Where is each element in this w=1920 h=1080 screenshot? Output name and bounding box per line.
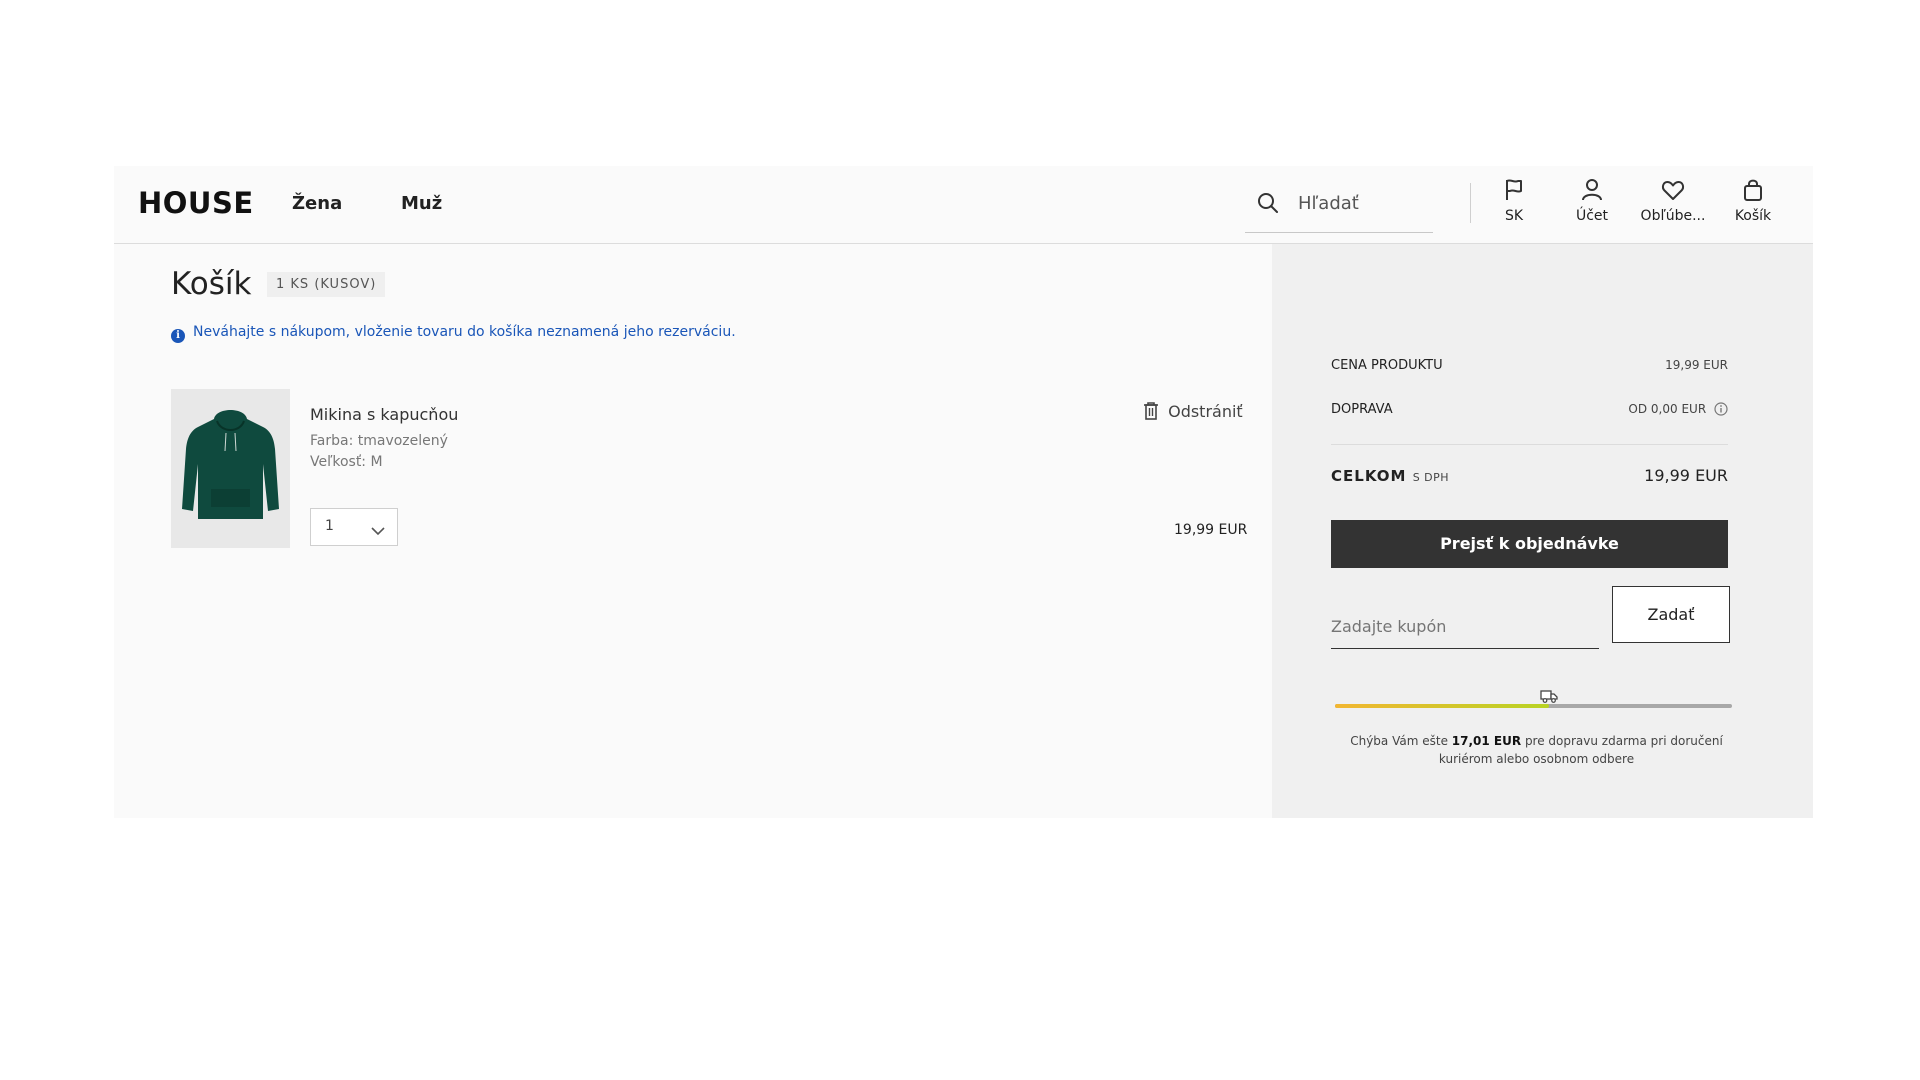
free-shipping-message: Chýba Vám ešte 17,01 EUR pre dopravu zda… xyxy=(1331,732,1742,768)
product-name[interactable]: Mikina s kapucňou xyxy=(310,405,458,424)
account-button[interactable]: Účet xyxy=(1552,178,1632,224)
site-header: HOUSE Žena Muž Hľadať SK Účet Obľúbe... … xyxy=(114,166,1813,244)
product-price-value: 19,99 EUR xyxy=(1665,358,1728,372)
nav-zena[interactable]: Žena xyxy=(292,193,342,214)
search-icon xyxy=(1257,192,1279,218)
account-label: Účet xyxy=(1575,208,1609,224)
country-selector[interactable]: SK xyxy=(1474,178,1554,224)
nav-muz[interactable]: Muž xyxy=(401,193,442,214)
free-shipping-progress xyxy=(1335,704,1732,708)
bag-icon xyxy=(1713,178,1793,202)
flag-icon xyxy=(1474,178,1554,202)
free-shipping-progress-fill xyxy=(1335,704,1550,708)
heart-icon xyxy=(1633,178,1713,202)
shipping-label: DOPRAVA xyxy=(1331,402,1393,417)
favorites-label: Obľúbe... xyxy=(1640,208,1706,224)
quantity-select[interactable]: 1 xyxy=(310,508,398,546)
reservation-info: i Neváhajte s nákupom, vloženie tovaru do… xyxy=(171,324,736,343)
country-label: SK xyxy=(1504,208,1524,224)
product-price-label: CENA PRODUKTU xyxy=(1331,358,1443,373)
product-size: Veľkosť: M xyxy=(310,454,383,470)
free-shipping-amount: 17,01 EUR xyxy=(1451,734,1522,748)
order-summary: CENA PRODUKTU 19,99 EUR DOPRAVA OD 0,00 … xyxy=(1272,244,1813,818)
search-input[interactable]: Hľadať xyxy=(1298,193,1359,214)
chevron-down-icon xyxy=(371,521,385,540)
total-value: 19,99 EUR xyxy=(1644,466,1728,485)
header-divider xyxy=(1470,183,1471,223)
logo[interactable]: HOUSE xyxy=(138,186,254,220)
trash-icon xyxy=(1143,402,1168,421)
page-title: Košík xyxy=(171,266,252,302)
user-icon xyxy=(1552,178,1632,202)
quantity-value: 1 xyxy=(325,518,334,534)
coupon-input[interactable] xyxy=(1331,604,1599,649)
total-label-wrap: CELKOM S DPH xyxy=(1331,467,1449,485)
item-count-badge: 1 KS (KUSOV) xyxy=(267,272,386,297)
hoodie-icon xyxy=(171,389,290,548)
favorites-button[interactable]: Obľúbe... xyxy=(1633,178,1713,224)
remove-label: Odstrániť xyxy=(1168,402,1243,421)
apply-coupon-button[interactable]: Zadať xyxy=(1612,586,1730,643)
cart-label: Košík xyxy=(1734,208,1772,224)
remove-button[interactable]: Odstrániť xyxy=(1143,402,1243,421)
product-image[interactable] xyxy=(171,389,290,548)
info-icon: i xyxy=(171,329,185,343)
item-price: 19,99 EUR xyxy=(1174,522,1248,538)
shipping-value: OD 0,00 EUR xyxy=(1628,402,1707,416)
search-box[interactable]: Hľadať xyxy=(1245,176,1433,233)
cart-page: HOUSE Žena Muž Hľadať SK Účet Obľúbe... … xyxy=(114,166,1813,818)
summary-divider xyxy=(1331,444,1728,445)
total-label: CELKOM xyxy=(1331,467,1407,485)
product-color: Farba: tmavozelený xyxy=(310,433,448,449)
free-shipping-pre: Chýba Vám ešte xyxy=(1350,734,1448,748)
shipping-value-wrap: OD 0,00 EUR xyxy=(1628,402,1728,416)
total-row: CELKOM S DPH 19,99 EUR xyxy=(1331,466,1728,485)
truck-icon xyxy=(1540,688,1559,707)
info-circle-icon[interactable] xyxy=(1710,402,1728,416)
cart-button[interactable]: Košík xyxy=(1713,178,1793,224)
reservation-info-text: Neváhajte s nákupom, vloženie tovaru do … xyxy=(193,324,736,340)
checkout-button[interactable]: Prejsť k objednávke xyxy=(1331,520,1728,568)
total-suffix: S DPH xyxy=(1412,471,1450,484)
